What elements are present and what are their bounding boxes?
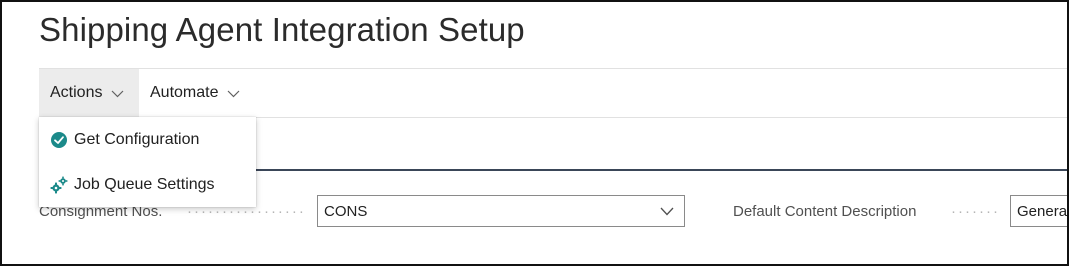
default-content-description-value: Genera [1017, 202, 1068, 220]
automate-menu-button[interactable]: Automate [150, 69, 240, 117]
action-bar: Actions Automate [39, 68, 1067, 118]
check-circle-icon [51, 132, 67, 148]
actions-menu-button[interactable]: Actions [39, 69, 139, 117]
menu-item-job-queue-settings[interactable]: Job Queue Settings [39, 162, 256, 207]
actions-label: Actions [50, 84, 103, 101]
consignment-nos-select[interactable]: CONS [317, 195, 685, 227]
consignment-nos-value: CONS [324, 202, 368, 220]
chevron-down-icon [660, 207, 674, 216]
leader-dots: ········· [951, 203, 1001, 220]
menu-item-label: Get Configuration [74, 130, 200, 148]
chevron-down-icon [228, 90, 240, 97]
actions-dropdown-menu: Get Configuration Job Queue Settings [39, 117, 256, 207]
gears-icon [50, 176, 68, 194]
chevron-down-icon [112, 90, 124, 97]
automate-label: Automate [150, 84, 219, 101]
menu-item-get-configuration[interactable]: Get Configuration [39, 117, 256, 162]
default-content-description-select[interactable]: Genera [1010, 195, 1068, 227]
menu-item-label: Job Queue Settings [74, 175, 215, 193]
default-content-description-label: Default Content Description [733, 203, 917, 220]
app-window: Shipping Agent Integration Setup Actions… [0, 0, 1069, 266]
page-title: Shipping Agent Integration Setup [39, 11, 525, 48]
